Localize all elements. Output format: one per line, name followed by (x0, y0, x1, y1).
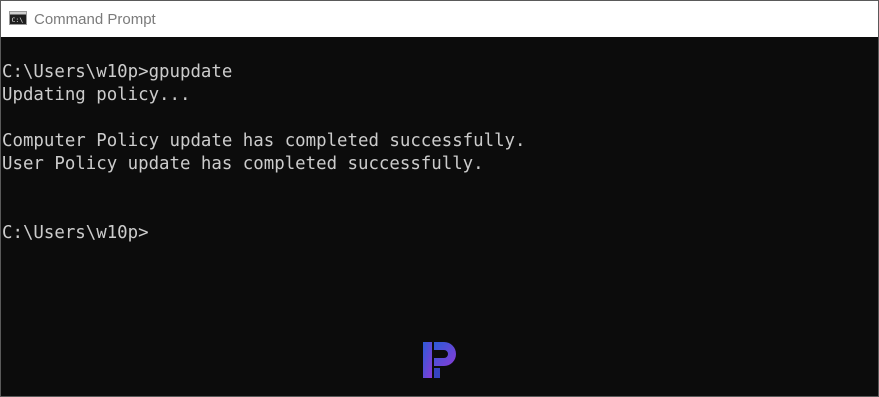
console-line: Computer Policy update has completed suc… (2, 131, 526, 151)
console-line: Updating policy... (2, 85, 191, 105)
svg-text:C:\: C:\ (12, 16, 24, 24)
console-prompt-line: C:\Users\w10p> (2, 223, 149, 243)
prajwal-p-logo-icon (423, 342, 456, 378)
window-title: Command Prompt (34, 11, 156, 28)
title-bar[interactable]: C:\ Command Prompt (1, 1, 878, 37)
console-line: User Policy update has completed success… (2, 154, 484, 174)
console-line: C:\Users\w10p>gpupdate (2, 62, 233, 82)
cmd-console-icon: C:\ (9, 11, 27, 25)
command-prompt-window: C:\ Command Prompt C:\Users\w10p>gpupdat… (0, 0, 879, 397)
